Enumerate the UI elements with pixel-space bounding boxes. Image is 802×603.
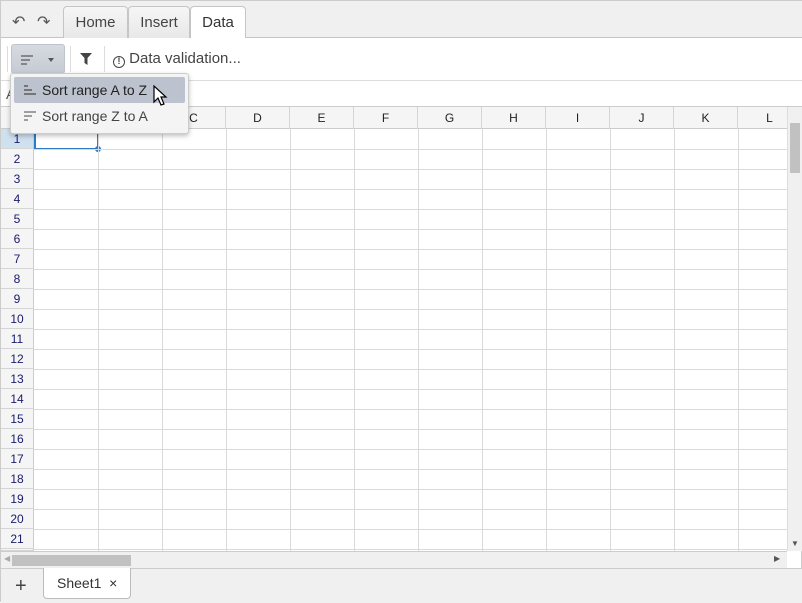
scroll-right-arrow-icon[interactable]: ▶	[774, 554, 780, 563]
cell-grid[interactable]	[34, 129, 787, 551]
row-header[interactable]: 13	[1, 369, 34, 389]
scroll-thumb[interactable]	[12, 555, 131, 566]
tab-home[interactable]: Home	[63, 6, 128, 38]
grid-line	[34, 549, 787, 550]
grid-line	[34, 169, 787, 170]
column-header[interactable]: D	[226, 107, 290, 129]
scroll-down-arrow-icon[interactable]: ▼	[791, 539, 799, 548]
sheet-tab-label: Sheet1	[57, 575, 102, 591]
redo-icon[interactable]: ↷	[37, 12, 50, 32]
menu-item-label: Sort range A to Z	[42, 82, 148, 98]
row-header[interactable]: 11	[1, 329, 34, 349]
row-header[interactable]: 9	[1, 289, 34, 309]
grid-line	[162, 129, 163, 551]
column-header[interactable]: E	[290, 107, 354, 129]
sheet-tab[interactable]: Sheet1 ×	[43, 568, 131, 599]
grid-line	[34, 149, 787, 150]
sheet-bar: + Sheet1 ×	[1, 568, 802, 603]
row-header[interactable]: 21	[1, 529, 34, 549]
tab-insert[interactable]: Insert	[128, 6, 190, 38]
menu-item-label: Sort range Z to A	[42, 108, 148, 124]
grid-line	[610, 129, 611, 551]
row-header[interactable]: 6	[1, 229, 34, 249]
row-header[interactable]: 7	[1, 249, 34, 269]
grid-line	[34, 309, 787, 310]
close-icon[interactable]: ×	[109, 575, 117, 591]
grid-line	[34, 229, 787, 230]
ribbon-tabs: ↶ ↷ Home Insert Data	[1, 1, 802, 39]
column-header[interactable]: I	[546, 107, 610, 129]
row-header[interactable]: 3	[1, 169, 34, 189]
data-validation-label: Data validation...	[129, 50, 241, 67]
row-header[interactable]: 17	[1, 449, 34, 469]
grid-line	[674, 129, 675, 551]
column-header[interactable]: G	[418, 107, 482, 129]
column-header[interactable]: H	[482, 107, 546, 129]
grid-line	[98, 129, 99, 551]
grid-line	[34, 329, 787, 330]
scroll-thumb[interactable]	[790, 123, 800, 173]
column-header[interactable]: F	[354, 107, 418, 129]
add-sheet-button[interactable]: +	[15, 575, 27, 598]
row-header[interactable]: 20	[1, 509, 34, 529]
grid-line	[34, 249, 787, 250]
sort-ascending-icon	[24, 85, 36, 95]
mouse-cursor-icon	[153, 85, 168, 106]
row-header[interactable]: 8	[1, 269, 34, 289]
row-header[interactable]: 12	[1, 349, 34, 369]
scroll-left-arrow-icon[interactable]: ◀	[4, 554, 10, 563]
grid-line	[34, 509, 787, 510]
grid-line	[34, 369, 787, 370]
grid-line	[34, 529, 787, 530]
grid-line	[738, 129, 739, 551]
grid-line	[482, 129, 483, 551]
grid-line	[34, 389, 787, 390]
horizontal-scrollbar[interactable]: ◀ ▶	[1, 551, 787, 568]
grid-line	[34, 449, 787, 450]
undo-icon[interactable]: ↶	[12, 12, 25, 32]
row-header[interactable]: 18	[1, 469, 34, 489]
grid-line	[34, 189, 787, 190]
row-header[interactable]: 19	[1, 489, 34, 509]
row-header[interactable]: 10	[1, 309, 34, 329]
divider	[7, 46, 8, 72]
column-header[interactable]: J	[610, 107, 674, 129]
grid-line	[546, 129, 547, 551]
vertical-scrollbar[interactable]: ▼	[787, 107, 802, 551]
data-validation-button[interactable]: ! Data validation...	[113, 50, 241, 68]
row-header[interactable]: 14	[1, 389, 34, 409]
filter-icon[interactable]	[80, 53, 92, 65]
grid-line	[34, 269, 787, 270]
tab-data[interactable]: Data	[190, 6, 246, 39]
column-header[interactable]: K	[674, 107, 738, 129]
grid-line	[34, 209, 787, 210]
row-header[interactable]: 4	[1, 189, 34, 209]
grid-line	[34, 429, 787, 430]
row-header[interactable]: 5	[1, 209, 34, 229]
divider	[104, 46, 105, 72]
grid-line	[34, 469, 787, 470]
grid-line	[226, 129, 227, 551]
row-header[interactable]: 16	[1, 429, 34, 449]
grid-line	[34, 289, 787, 290]
sort-dropdown-button[interactable]	[11, 44, 65, 74]
grid-line	[354, 129, 355, 551]
grid-line	[34, 349, 787, 350]
row-header[interactable]: 2	[1, 149, 34, 169]
row-header[interactable]: 15	[1, 409, 34, 429]
alert-circle-icon: !	[113, 56, 125, 68]
divider	[70, 46, 71, 72]
grid-line	[34, 409, 787, 410]
sort-descending-icon	[24, 111, 36, 121]
sort-icon	[21, 55, 54, 65]
grid-line	[290, 129, 291, 551]
grid-line	[418, 129, 419, 551]
grid-line	[34, 489, 787, 490]
